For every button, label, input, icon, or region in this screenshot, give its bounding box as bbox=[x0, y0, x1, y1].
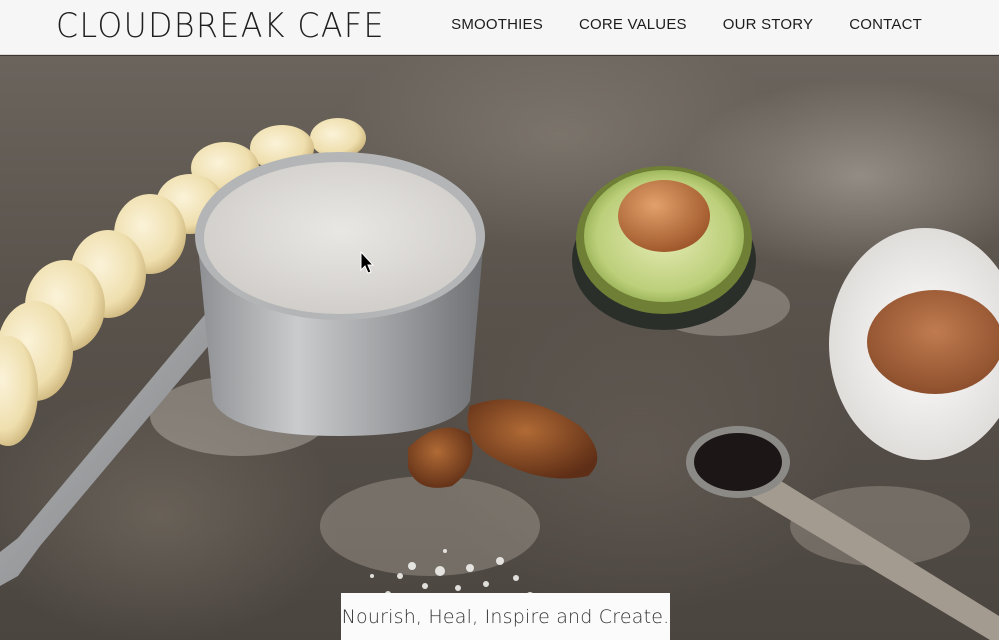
cocoa-bowl bbox=[829, 228, 999, 460]
nav-item-our-story[interactable]: OUR STORY bbox=[723, 16, 813, 33]
avocado-half bbox=[572, 166, 756, 330]
nav-item-core-values[interactable]: CORE VALUES bbox=[579, 16, 687, 33]
tagline-box: Nourish, Heal, Inspire and Create. bbox=[341, 593, 670, 640]
hero-tagline: Nourish, Heal, Inspire and Create. bbox=[341, 606, 670, 628]
main-nav: SMOOTHIES CORE VALUES OUR STORY CONTACT bbox=[451, 16, 922, 33]
site-logo[interactable]: CLOUDBREAK CAFE bbox=[56, 6, 385, 46]
hero-image bbox=[0, 56, 999, 640]
hero-illustration bbox=[0, 118, 999, 640]
nav-item-contact[interactable]: CONTACT bbox=[849, 16, 922, 33]
site-header: CLOUDBREAK CAFE SMOOTHIES CORE VALUES OU… bbox=[0, 0, 999, 55]
nav-item-smoothies[interactable]: SMOOTHIES bbox=[451, 16, 543, 33]
milk-saucepan bbox=[195, 152, 485, 436]
